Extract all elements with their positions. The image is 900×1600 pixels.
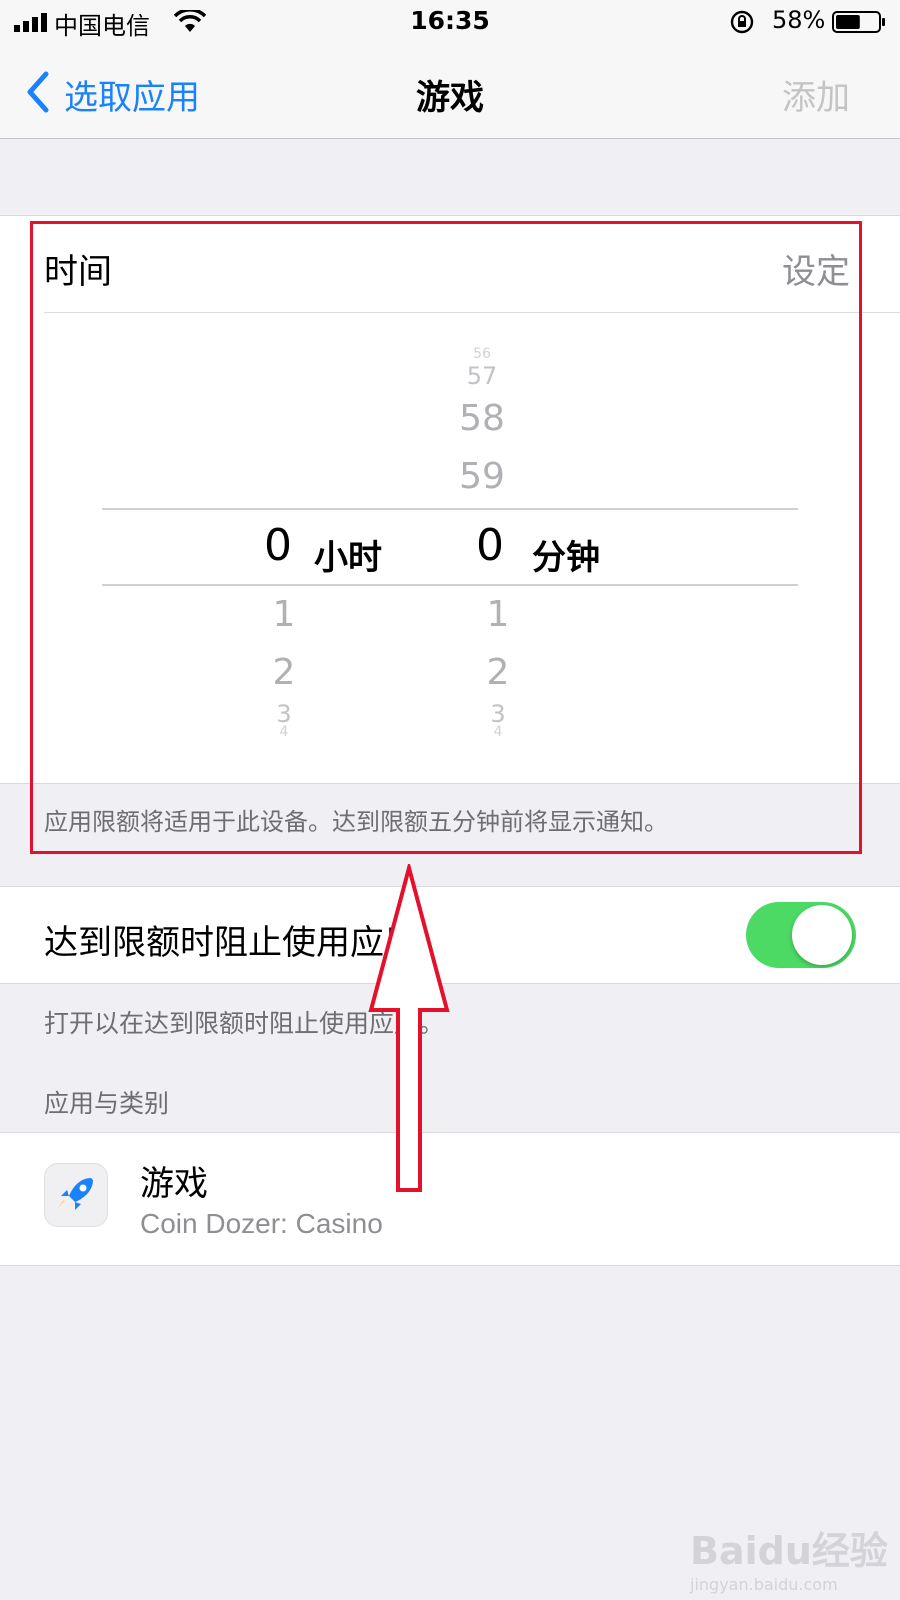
app-subtitle: Coin Dozer: Casino (140, 1208, 383, 1239)
block-toggle-switch[interactable] (746, 902, 856, 968)
add-button[interactable]: 添加 (782, 70, 850, 119)
battery-percent: 58% (772, 6, 826, 34)
watermark-url: jingyan.baidu.com (690, 1575, 838, 1594)
rotation-lock-icon (730, 10, 754, 34)
block-toggle-label: 达到限额时阻止使用应用 (44, 923, 418, 963)
rocket-icon (44, 1163, 108, 1227)
watermark: Baidu经验 jingyan.baidu.com (690, 1520, 888, 1594)
apps-section-header: 应用与类别 (44, 1089, 170, 1118)
watermark-text: Baidu经验 (690, 1529, 888, 1573)
status-time: 16:35 (410, 6, 490, 35)
page-title: 游戏 (416, 78, 484, 118)
annotation-arrow-up-icon (368, 864, 450, 1192)
annotation-highlight-box (30, 221, 862, 854)
battery-icon (832, 11, 885, 33)
toggle-knob (792, 905, 852, 965)
app-name: 游戏 (140, 1164, 208, 1204)
